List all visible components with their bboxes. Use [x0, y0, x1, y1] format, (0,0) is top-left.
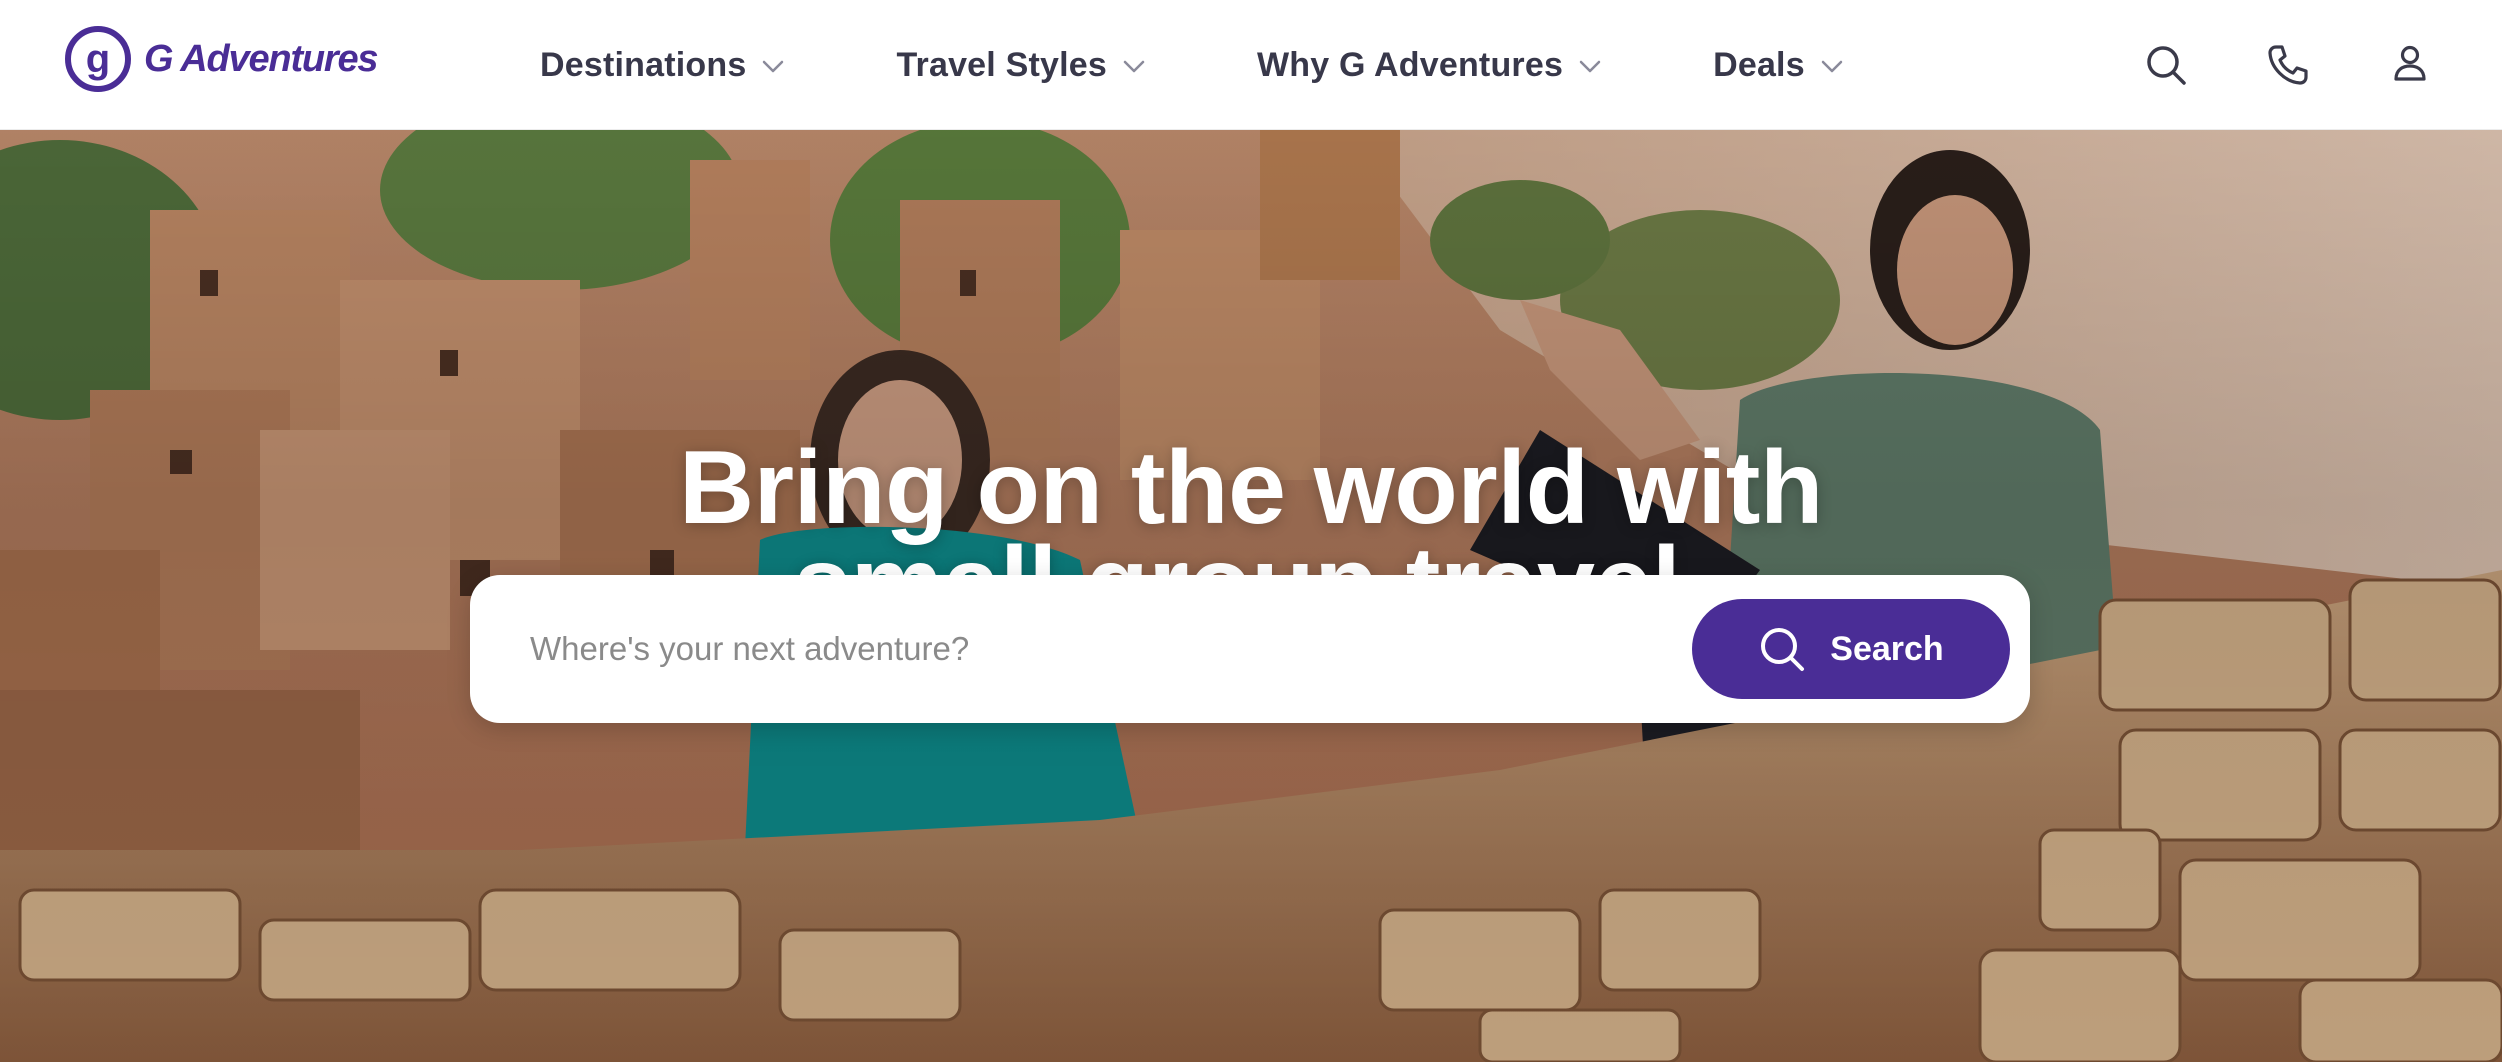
chevron-down-icon	[763, 60, 784, 73]
nav-item-label: Destinations	[540, 45, 747, 84]
hero-headline-line-1: Bring on the world with	[679, 430, 1823, 546]
search-button[interactable]: Search	[1692, 599, 2010, 699]
phone-icon[interactable]	[2266, 43, 2310, 87]
logo-text: G Adventures	[144, 37, 379, 80]
site-header: g G Adventures Destinations Travel Style…	[0, 0, 2502, 130]
adventure-search-input[interactable]	[470, 575, 1692, 723]
nav-item-label: Travel Styles	[896, 45, 1107, 84]
main-nav: Destinations Travel Styles Why G Adventu…	[540, 0, 1843, 130]
svg-text:g: g	[86, 37, 110, 81]
search-icon[interactable]	[2144, 43, 2188, 87]
g-adventures-logo-icon: g	[65, 26, 131, 92]
header-actions	[2144, 0, 2432, 130]
chevron-down-icon	[1123, 60, 1145, 73]
chevron-down-icon	[1821, 60, 1843, 73]
nav-item-why-g-adventures[interactable]: Why G Adventures	[1257, 46, 1601, 85]
nav-item-label: Deals	[1713, 45, 1805, 84]
nav-item-travel-styles[interactable]: Travel Styles	[896, 46, 1145, 85]
search-icon	[1761, 628, 1805, 671]
nav-item-deals[interactable]: Deals	[1713, 46, 1843, 85]
nav-item-label: Why G Adventures	[1256, 45, 1564, 84]
user-icon[interactable]	[2388, 43, 2432, 87]
logo[interactable]: g G Adventures	[64, 24, 379, 94]
nav-item-destinations[interactable]: Destinations	[540, 46, 784, 85]
search-button-label: Search	[1830, 629, 1944, 668]
chevron-down-icon	[1579, 60, 1601, 73]
hero-search-box: Search	[470, 575, 2030, 723]
